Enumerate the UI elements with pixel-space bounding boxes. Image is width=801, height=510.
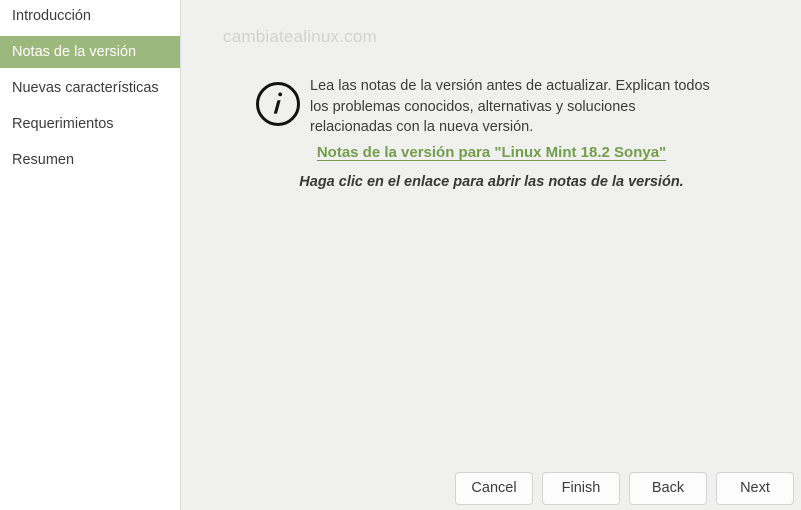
sidebar-item-resumen[interactable]: Resumen — [0, 144, 180, 176]
back-button[interactable]: Back — [629, 472, 707, 505]
sidebar-item-label: Resumen — [12, 152, 75, 168]
sidebar-item-label: Notas de la versión — [12, 44, 137, 60]
wizard-sidebar: Introducción Notas de la versión Nuevas … — [0, 0, 181, 510]
sidebar-item-requerimientos[interactable]: Requerimientos — [0, 108, 180, 140]
info-icon — [255, 81, 301, 127]
site-watermark: cambiatealinux.com — [223, 27, 377, 46]
release-notes-link[interactable]: Notas de la versión para "Linux Mint 18.… — [182, 144, 801, 161]
sidebar-item-notas-de-la-version[interactable]: Notas de la versión — [0, 36, 180, 68]
sidebar-item-label: Introducción — [12, 8, 91, 24]
wizard-content-pane: cambiatealinux.com Lea las notas de la v… — [182, 0, 801, 510]
next-button[interactable]: Next — [716, 472, 794, 505]
cancel-button[interactable]: Cancel — [455, 472, 533, 505]
release-notes-description: Lea las notas de la versión antes de act… — [310, 78, 710, 135]
sidebar-item-nuevas-caracteristicas[interactable]: Nuevas características — [0, 72, 180, 104]
sidebar-item-introduccion[interactable]: Introducción — [0, 0, 180, 32]
sidebar-item-label: Nuevas características — [12, 80, 159, 96]
sidebar-item-label: Requerimientos — [12, 116, 114, 132]
release-notes-wizard-window: Introducción Notas de la versión Nuevas … — [0, 0, 801, 510]
click-link-hint: Haga clic en el enlace para abrir las no… — [299, 174, 684, 190]
wizard-button-bar: Cancel Finish Back Next — [182, 472, 801, 506]
finish-button[interactable]: Finish — [542, 472, 620, 505]
